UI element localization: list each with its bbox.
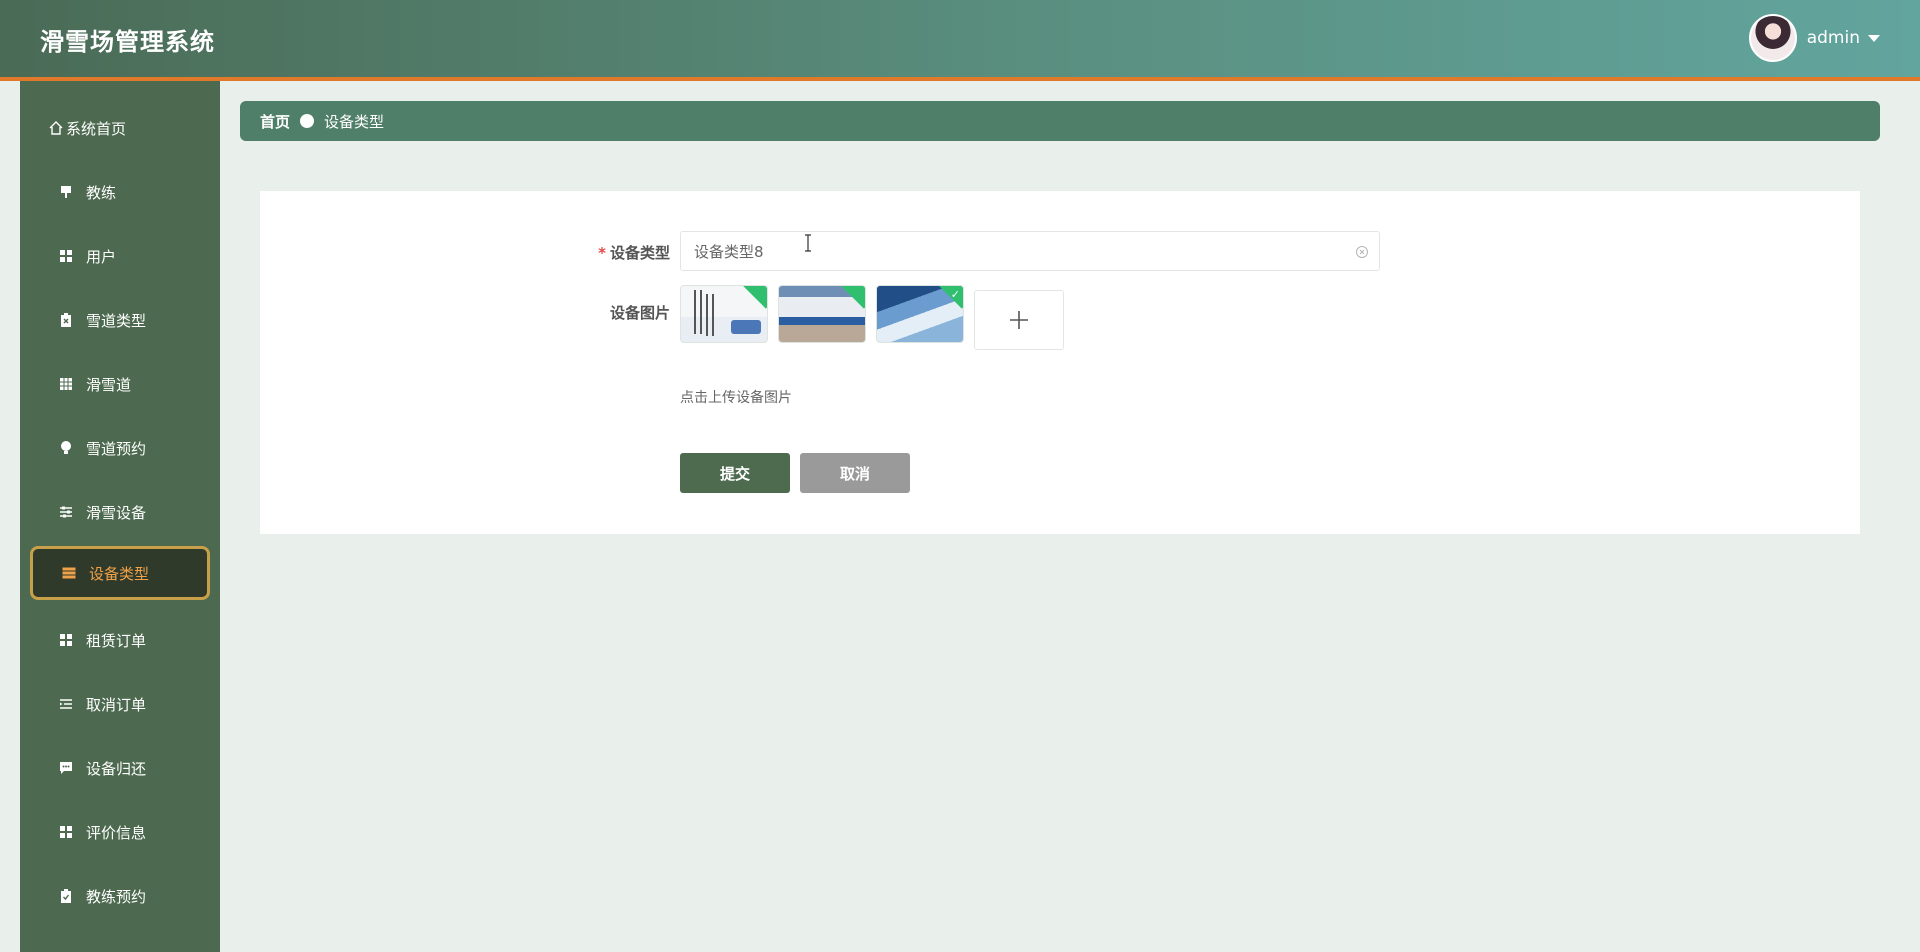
- clear-icon[interactable]: [1355, 244, 1369, 258]
- sidebar-item-label: 滑雪道: [86, 375, 132, 394]
- equipment-type-input[interactable]: [681, 232, 1379, 270]
- sidebar-item-label: 系统首页: [66, 119, 127, 138]
- breadcrumb-current: 设备类型: [324, 112, 385, 131]
- uploaded-image-thumbnail[interactable]: [778, 285, 866, 343]
- equipment-image-label: 设备图片: [609, 304, 670, 322]
- breadcrumb-home[interactable]: 首页: [260, 111, 290, 132]
- sidebar-item-label: 租赁订单: [86, 631, 147, 650]
- grid-icon: [58, 248, 74, 264]
- username[interactable]: admin: [1807, 28, 1860, 48]
- home-icon: [48, 120, 64, 136]
- equipment-type-field[interactable]: [680, 231, 1380, 271]
- top-header: 滑雪场管理系统 admin: [0, 0, 1920, 81]
- sidebar-item-ski-slope[interactable]: 滑雪道: [30, 357, 210, 411]
- cancel-button[interactable]: 取消: [800, 453, 910, 493]
- sidebar-item-label: 教练: [86, 183, 117, 202]
- sliders-icon: [58, 504, 74, 520]
- sidebar-item-label: 用户: [86, 247, 117, 266]
- sidebar-item-coach[interactable]: 教练: [30, 165, 210, 219]
- uploaded-image-thumbnail[interactable]: ✓: [876, 285, 964, 343]
- sidebar-item-home[interactable]: 系统首页: [30, 101, 210, 155]
- sidebar-item-reviews[interactable]: 评价信息: [30, 805, 210, 859]
- grid-icon: [58, 632, 74, 648]
- chat-icon: [58, 760, 74, 776]
- breadcrumb: 首页 设备类型: [240, 101, 1880, 141]
- sidebar-item-label: 取消订单: [86, 695, 147, 714]
- flag-icon: [58, 184, 74, 200]
- clipboard-icon: [58, 312, 74, 328]
- grid-icon: [58, 824, 74, 840]
- sidebar-item-users[interactable]: 用户: [30, 229, 210, 283]
- breadcrumb-separator-icon: [300, 114, 315, 128]
- text-cursor-icon: [804, 234, 812, 252]
- sidebar-item-ski-equipment[interactable]: 滑雪设备: [30, 485, 210, 539]
- sidebar-item-label: 雪道类型: [86, 311, 147, 330]
- sidebar-item-slope-type[interactable]: 雪道类型: [30, 293, 210, 347]
- list-icon: [61, 565, 77, 581]
- caret-down-icon[interactable]: [1868, 34, 1880, 42]
- sidebar: 系统首页 教练 用户 雪道类型 滑雪道 雪道预约 滑雪设备 设备类型 租赁订单 …: [20, 81, 220, 952]
- sidebar-item-label: 设备类型: [89, 564, 150, 583]
- user-menu[interactable]: admin: [1748, 14, 1880, 62]
- sidebar-item-coach-booking[interactable]: 教练预约: [30, 869, 210, 923]
- sidebar-item-label: 滑雪设备: [86, 503, 147, 522]
- check-icon: ✓: [950, 288, 960, 301]
- submit-button[interactable]: 提交: [680, 453, 790, 493]
- bulb-icon: [58, 440, 74, 456]
- avatar[interactable]: [1748, 14, 1797, 62]
- sidebar-item-equipment-return[interactable]: 设备归还: [30, 741, 210, 795]
- clipboard-check-icon: [58, 888, 74, 904]
- sidebar-item-cancel-orders[interactable]: 取消订单: [30, 677, 210, 731]
- upload-image-button[interactable]: [974, 290, 1064, 350]
- sidebar-item-label: 雪道预约: [86, 439, 147, 458]
- plus-icon: [1010, 311, 1028, 329]
- sidebar-item-equipment-type[interactable]: 设备类型: [30, 546, 210, 600]
- sidebar-item-slope-booking[interactable]: 雪道预约: [30, 421, 210, 475]
- uploaded-image-thumbnail[interactable]: [680, 285, 768, 343]
- indent-list-icon: [58, 696, 74, 712]
- sidebar-item-label: 评价信息: [86, 823, 147, 842]
- equipment-type-label: * 设备类型: [598, 244, 670, 262]
- app-title: 滑雪场管理系统: [40, 28, 215, 56]
- table-icon: [58, 376, 74, 392]
- sidebar-item-rental-orders[interactable]: 租赁订单: [30, 613, 210, 667]
- sidebar-item-label: 教练预约: [86, 887, 147, 906]
- upload-hint: 点击上传设备图片: [680, 390, 792, 406]
- sidebar-item-label: 设备归还: [86, 759, 147, 778]
- uploaded-badge-icon: [838, 286, 865, 309]
- required-mark: *: [598, 244, 606, 262]
